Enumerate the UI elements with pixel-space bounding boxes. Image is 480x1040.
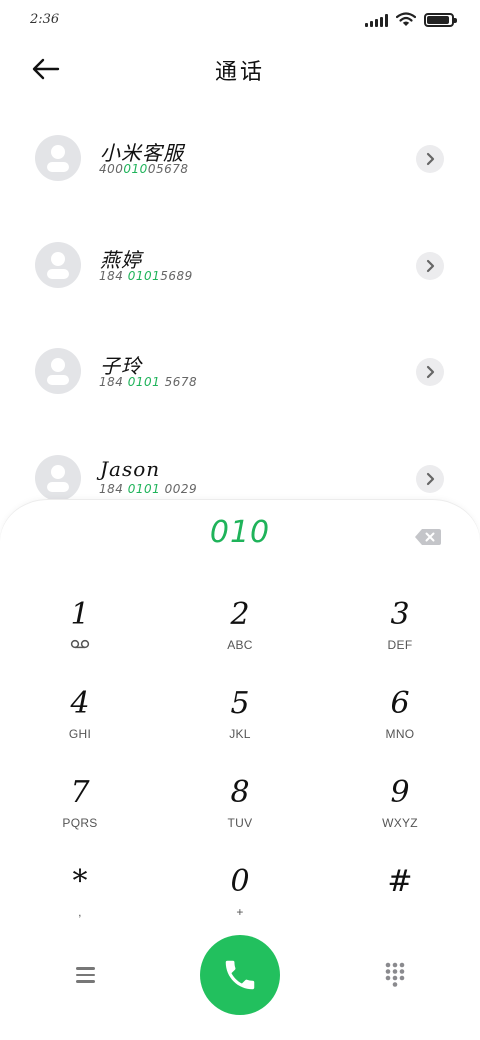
key-letters: PQRS (62, 816, 98, 830)
key-letters: GHI (68, 727, 92, 741)
key-digit: * (72, 864, 88, 899)
key-letters: JKL (229, 727, 251, 741)
key-6[interactable]: 6 MNO (340, 687, 460, 767)
contact-row[interactable]: 子玲 184 0101 5678 (0, 318, 480, 418)
status-icons (365, 12, 457, 27)
call-button[interactable] (200, 935, 280, 1015)
wifi-icon (396, 12, 416, 26)
key-digit: 6 (390, 686, 410, 721)
chevron-right-icon (426, 365, 435, 379)
key-digit: 0 (230, 864, 250, 899)
key-digit: 7 (70, 775, 90, 810)
key-letters (340, 905, 460, 919)
page-title: 通话 (214, 60, 265, 85)
voicemail-icon (70, 639, 90, 649)
status-time: 2:36 (30, 12, 60, 27)
key-digit: 3 (390, 597, 410, 632)
backspace-icon (415, 529, 441, 545)
battery-icon (424, 12, 457, 27)
backspace-button[interactable] (414, 528, 442, 546)
dialpad-toggle-button[interactable] (380, 960, 410, 990)
key-star[interactable]: * , (20, 865, 140, 945)
key-3[interactable]: 3 DEF (340, 598, 460, 678)
number-match: 0101 (127, 269, 161, 283)
key-digit: 1 (70, 597, 90, 632)
contact-row[interactable]: 小米客服 40001005678 (0, 105, 480, 205)
avatar (35, 242, 81, 288)
avatar (35, 455, 81, 501)
key-digit: 9 (390, 775, 410, 810)
contact-row[interactable]: 燕婷 184 01015689 (0, 212, 480, 312)
number-match: 0101 (127, 482, 161, 496)
key-letters: WXYZ (382, 816, 418, 830)
key-5[interactable]: 5 JKL (180, 687, 300, 767)
contact-detail-button[interactable] (416, 252, 444, 280)
contact-number: 184 0101 0029 (99, 482, 197, 496)
key-letters: + (236, 905, 244, 919)
number-suffix: 0029 (160, 482, 198, 496)
key-7[interactable]: 7 PQRS (20, 776, 140, 856)
contact-detail-button[interactable] (416, 145, 444, 173)
key-letters: ABC (227, 638, 253, 652)
chevron-right-icon (426, 259, 435, 273)
number-prefix: 184 (99, 269, 128, 283)
battery-fill (427, 15, 449, 24)
key-letters: TUV (227, 816, 253, 830)
key-hash[interactable]: # (340, 865, 460, 945)
key-digit: 4 (70, 686, 90, 721)
chevron-right-icon (426, 472, 435, 486)
number-match: 010 (123, 162, 148, 176)
contact-number: 184 01015689 (99, 269, 193, 283)
contact-number: 40001005678 (99, 162, 189, 176)
menu-button[interactable] (68, 960, 102, 990)
avatar (35, 348, 81, 394)
dialed-number-display[interactable]: 010 (0, 515, 480, 550)
key-2[interactable]: 2 ABC (180, 598, 300, 678)
key-letters (20, 638, 140, 652)
contact-detail-button[interactable] (416, 358, 444, 386)
number-suffix: 5678 (160, 375, 198, 389)
key-digit: 5 (230, 686, 250, 721)
chevron-right-icon (426, 152, 435, 166)
key-letters: , (78, 905, 82, 919)
key-letters: MNO (385, 727, 415, 741)
key-8[interactable]: 8 TUV (180, 776, 300, 856)
status-bar: 2:36 (0, 0, 480, 40)
key-digit: # (387, 864, 413, 899)
key-letters: DEF (387, 638, 413, 652)
key-9[interactable]: 9 WXYZ (340, 776, 460, 856)
dialpad-grid-icon (385, 962, 405, 987)
header: 通话 (0, 44, 480, 94)
key-1[interactable]: 1 (20, 598, 140, 678)
key-digit: 8 (230, 775, 250, 810)
phone-call-icon (225, 960, 255, 990)
number-suffix: 5689 (160, 269, 193, 283)
number-prefix: 184 (99, 482, 128, 496)
dialpad-sheet: 010 1 2 ABC 3 DEF 4 GHI 5 JKL 6 MNO 7 PQ… (0, 500, 480, 1040)
contact-name: Jason (100, 457, 161, 481)
key-4[interactable]: 4 GHI (20, 687, 140, 767)
number-match: 0101 (127, 375, 161, 389)
avatar (35, 135, 81, 181)
contact-number: 184 0101 5678 (99, 375, 197, 389)
key-digit: 2 (230, 597, 250, 632)
menu-icon (75, 967, 95, 970)
signal-icon (365, 13, 388, 27)
key-0[interactable]: 0 + (180, 865, 300, 945)
number-prefix: 184 (99, 375, 128, 389)
number-suffix: 05678 (147, 162, 189, 176)
contact-detail-button[interactable] (416, 465, 444, 493)
number-prefix: 400 (99, 162, 124, 176)
